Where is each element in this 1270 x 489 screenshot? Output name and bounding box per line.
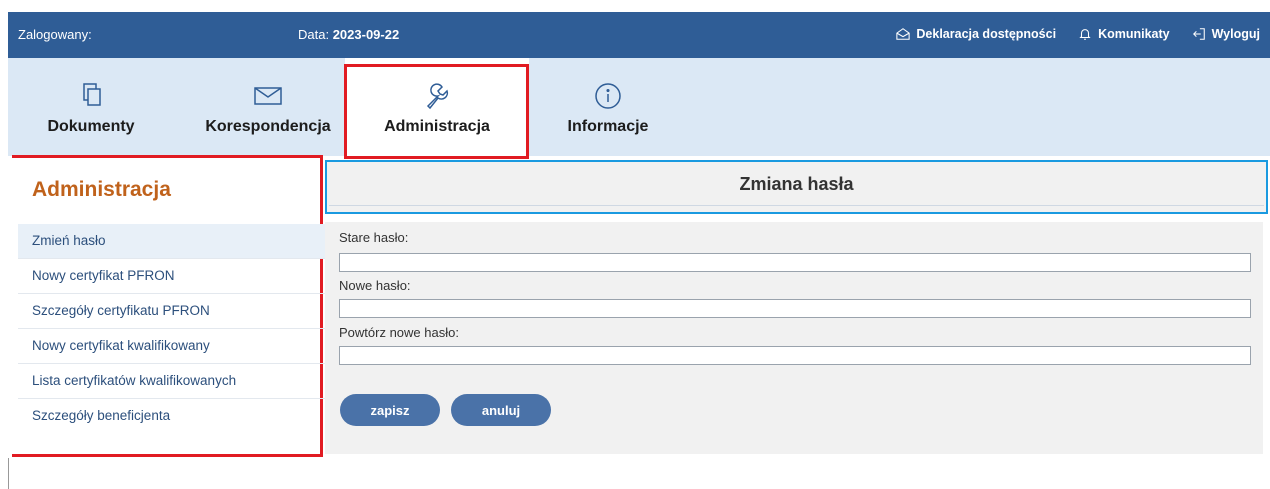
messages-label: Komunikaty [1098, 27, 1170, 41]
messages-link[interactable]: Komunikaty [1078, 27, 1170, 41]
main-navigation: Dokumenty Korespondencja Administracja I… [8, 58, 1270, 156]
nav-correspondence-label: Korespondencja [205, 118, 331, 135]
sidebar-menu: Zmień hasło Nowy certyfikat PFRON Szczeg… [18, 224, 328, 434]
cancel-button[interactable]: anuluj [451, 394, 551, 426]
save-button[interactable]: zapisz [340, 394, 440, 426]
envelope-open-icon [896, 28, 911, 40]
nav-information-label: Informacje [567, 118, 649, 135]
sidebar-item-beneficiary-details[interactable]: Szczegóły beneficjenta [18, 399, 328, 434]
logout-label: Wyloguj [1211, 27, 1260, 41]
envelope-icon [254, 87, 282, 105]
sidebar-item-change-password[interactable]: Zmień hasło [18, 224, 328, 259]
page-border [8, 458, 9, 489]
accessibility-declaration-link[interactable]: Deklaracja dostępności [896, 27, 1056, 41]
documents-icon [83, 83, 101, 106]
old-password-label: Stare hasło: [339, 230, 409, 245]
date-label: Data: [298, 27, 330, 42]
sidebar-item-qualified-certificates-list[interactable]: Lista certyfikatów kwalifikowanych [18, 364, 328, 399]
accessibility-declaration-label: Deklaracja dostępności [916, 27, 1057, 41]
repeat-password-label: Powtórz nowe hasło: [339, 325, 459, 340]
top-links: Deklaracja dostępności Komunikaty Wylogu… [896, 27, 1260, 41]
top-bar: Zalogowany: Data: 2023-09-22 Deklaracja … [8, 12, 1270, 58]
page-header: Zmiana hasła [325, 160, 1268, 214]
old-password-field[interactable] [339, 253, 1251, 272]
logout-link[interactable]: Wyloguj [1192, 27, 1260, 41]
new-password-field[interactable] [339, 299, 1251, 318]
sidebar-title: Administracja [32, 178, 171, 201]
sidebar-item-new-pfron-certificate[interactable]: Nowy certyfikat PFRON [18, 259, 328, 294]
sidebar: Administracja Zmień hasło Nowy certyfika… [12, 158, 328, 454]
logout-icon [1192, 28, 1205, 40]
nav-documents[interactable]: Dokumenty [46, 82, 136, 136]
repeat-password-field[interactable] [339, 346, 1251, 365]
bell-icon [1079, 29, 1091, 40]
info-icon [595, 83, 621, 109]
administration-tab-highlight [344, 64, 529, 159]
nav-correspondence[interactable]: Korespondencja [198, 82, 338, 136]
date-value: 2023-09-22 [332, 27, 400, 42]
sidebar-item-pfron-certificate-details[interactable]: Szczegóły certyfikatu PFRON [18, 294, 328, 329]
page-title: Zmiana hasła [329, 164, 1264, 206]
date-display: Data: 2023-09-22 [298, 27, 399, 42]
change-password-form: Stare hasło: Nowe hasło: Powtórz nowe ha… [325, 222, 1263, 454]
nav-documents-label: Dokumenty [47, 118, 135, 135]
logged-in-label: Zalogowany: [18, 27, 92, 42]
nav-information[interactable]: Informacje [553, 82, 663, 136]
sidebar-item-new-qualified-certificate[interactable]: Nowy certyfikat kwalifikowany [18, 329, 328, 364]
new-password-label: Nowe hasło: [339, 278, 411, 293]
